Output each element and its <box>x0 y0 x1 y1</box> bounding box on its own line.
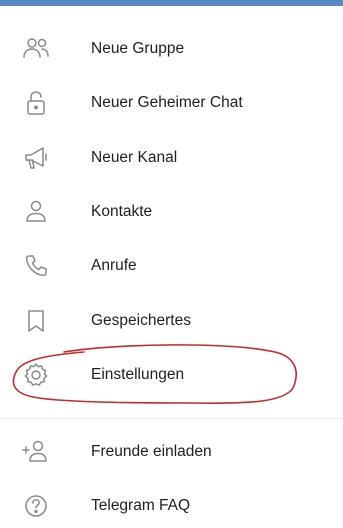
group-icon <box>20 33 52 65</box>
lock-icon <box>20 87 52 119</box>
menu-item-new-group[interactable]: Neue Gruppe <box>0 27 343 71</box>
menu-item-calls[interactable]: Anrufe <box>0 244 343 288</box>
megaphone-icon <box>20 142 52 174</box>
menu-item-new-channel[interactable]: Neuer Kanal <box>0 136 343 180</box>
person-icon <box>20 196 52 228</box>
menu-item-label: Kontakte <box>91 203 153 220</box>
menu-divider <box>0 418 343 419</box>
bookmark-icon <box>20 305 52 337</box>
phone-icon <box>20 250 52 282</box>
menu-item-label: Neuer Kanal <box>91 149 178 166</box>
menu-item-label: Telegram FAQ <box>91 497 191 514</box>
menu-item-settings[interactable]: Einstellungen <box>0 353 343 397</box>
menu-item-label: Anrufe <box>91 257 137 274</box>
help-icon <box>20 490 52 522</box>
menu-item-faq[interactable]: Telegram FAQ <box>0 484 343 528</box>
add-person-icon <box>20 436 52 468</box>
drawer-header-bar <box>0 0 343 6</box>
menu-item-saved-messages[interactable]: Gespeichertes <box>0 299 343 343</box>
menu-item-contacts[interactable]: Kontakte <box>0 190 343 234</box>
menu-item-label: Freunde einladen <box>91 443 212 460</box>
menu-item-label: Gespeichertes <box>91 312 191 329</box>
menu-item-label: Neuer Geheimer Chat <box>91 94 243 111</box>
gear-icon <box>20 359 52 391</box>
menu-item-new-secret-chat[interactable]: Neuer Geheimer Chat <box>0 81 343 125</box>
menu-item-label: Einstellungen <box>91 366 185 383</box>
menu-item-label: Neue Gruppe <box>91 40 185 57</box>
menu-item-invite-friends[interactable]: Freunde einladen <box>0 430 343 474</box>
